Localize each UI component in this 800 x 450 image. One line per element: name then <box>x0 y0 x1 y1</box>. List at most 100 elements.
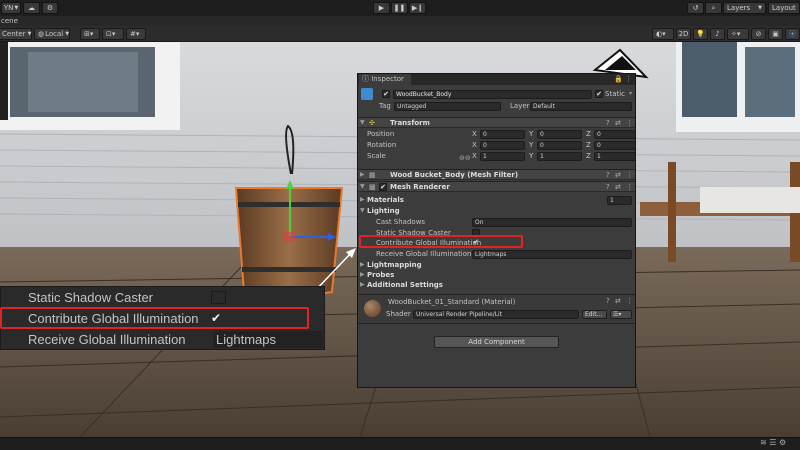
inspector-tab-bar: ⓘ Inspector 🔒 ⋮ <box>358 74 635 85</box>
more-options-icon[interactable]: ⋮ <box>625 74 632 84</box>
zoom-static-shadow-checkbox[interactable] <box>211 291 226 304</box>
mesh-filter-header[interactable]: ▶ ▦ Wood Bucket_Body (Mesh Filter) ? ⇄ ⋮ <box>358 169 635 180</box>
lock-icon[interactable]: 🔒 <box>614 74 623 84</box>
foldout-arrow-icon[interactable]: ▶ <box>360 270 365 280</box>
shader-edit-button[interactable]: Edit... <box>582 310 607 319</box>
pivot-label: Center <box>2 30 26 38</box>
step-icon[interactable]: ▶❙ <box>409 2 426 14</box>
lighting-toggle-icon[interactable]: 💡 <box>693 28 708 40</box>
transform-y-field[interactable]: 0 <box>537 141 582 150</box>
chevron-down-icon: ▼ <box>27 31 32 37</box>
materials-count-field[interactable]: 1 <box>607 196 632 205</box>
axis-z-label: Z <box>586 130 591 138</box>
foldout-arrow-icon[interactable]: ▼ <box>360 206 365 216</box>
scene-tab[interactable]: cene <box>0 16 800 26</box>
shader-menu-button[interactable]: ☰▾ <box>610 310 632 319</box>
mesh-renderer-enabled-checkbox[interactable]: ✔ <box>379 183 387 191</box>
object-name-field[interactable]: WoodBucket_Body <box>393 90 592 99</box>
mode-2d-button[interactable]: 2D <box>676 28 691 40</box>
pivot-dropdown[interactable]: Center ▼ <box>0 28 32 40</box>
cast-shadows-label: Cast Shadows <box>376 218 426 226</box>
status-icons[interactable]: ≋ ☰ ⚙ <box>760 438 786 447</box>
foldout-arrow-icon[interactable]: ▶ <box>360 195 365 205</box>
foldout-arrow-icon[interactable]: ▶ <box>360 280 365 290</box>
help-icon[interactable]: ? <box>606 182 610 192</box>
pause-icon[interactable]: ❚❚ <box>391 2 408 14</box>
preset-icon[interactable]: ⇄ <box>615 296 621 306</box>
transform-z-field[interactable]: 0 <box>594 130 635 139</box>
more-options-icon[interactable]: ⋮ <box>626 182 633 192</box>
transform-z-field[interactable]: 1 <box>594 152 635 161</box>
audio-toggle-icon[interactable]: ♪ <box>710 28 725 40</box>
space-dropdown[interactable]: ◍ Local ▼ <box>34 28 70 40</box>
transform-icon: ✣ <box>369 119 375 127</box>
transform-x-field[interactable]: 0 <box>480 130 525 139</box>
grid-snap-icon[interactable]: ⊞▾ <box>80 28 100 40</box>
inspector-tab[interactable]: ⓘ Inspector <box>359 74 411 85</box>
preset-icon[interactable]: ⇄ <box>615 182 621 192</box>
more-options-icon[interactable]: ⋮ <box>626 118 633 128</box>
status-bar: ≋ ☰ ⚙ <box>0 437 800 450</box>
more-options-icon[interactable]: ⋮ <box>626 296 633 306</box>
gizmos-icon[interactable]: ⦿ <box>785 28 800 40</box>
add-component-button[interactable]: Add Component <box>434 336 559 348</box>
preset-icon[interactable]: ⇄ <box>615 170 621 180</box>
additional-settings-label[interactable]: Additional Settings <box>367 280 443 290</box>
snap-increment-icon[interactable]: ⊡▾ <box>102 28 124 40</box>
transform-y-field[interactable]: 0 <box>537 130 582 139</box>
search-icon[interactable]: ⌕ <box>705 2 722 14</box>
transform-header[interactable]: ▼ ✣ Transform ? ⇄ ⋮ <box>358 117 635 128</box>
materials-label[interactable]: Materials <box>367 195 404 205</box>
effects-dropdown[interactable]: ✧▾ <box>727 28 749 40</box>
inspector-window: ⓘ Inspector 🔒 ⋮ ✔ WoodBucket_Body ✔ Stat… <box>357 73 636 388</box>
static-checkbox[interactable]: ✔ <box>595 90 603 98</box>
lightmapping-label[interactable]: Lightmapping <box>367 260 422 270</box>
chevron-down-icon: ▼ <box>65 31 70 37</box>
camera-icon[interactable]: ▣ <box>768 28 783 40</box>
mesh-renderer-header[interactable]: ▼ ▩ ✔ Mesh Renderer ? ⇄ ⋮ <box>358 181 635 192</box>
active-checkbox[interactable]: ✔ <box>382 90 390 98</box>
foldout-arrow-icon[interactable]: ▶ <box>360 260 365 270</box>
gameobject-icon <box>361 88 373 100</box>
transform-y-field[interactable]: 1 <box>537 152 582 161</box>
lighting-label[interactable]: Lighting <box>367 206 400 216</box>
chevron-down-icon[interactable]: ▾ <box>629 89 632 99</box>
history-icon[interactable]: ↺ <box>687 2 704 14</box>
draw-mode-dropdown[interactable]: ◐▾ <box>652 28 674 40</box>
zoom-receive-gi-label: Receive Global Illumination <box>28 332 186 347</box>
axis-x-label: X <box>472 152 477 160</box>
transform-x-field[interactable]: 1 <box>480 152 525 161</box>
grid-icon[interactable]: #▾ <box>126 28 146 40</box>
zoom-receive-gi-dropdown[interactable]: Lightmaps <box>213 331 323 348</box>
layers-dropdown[interactable]: Layers ▼ <box>723 2 766 14</box>
help-icon[interactable]: ? <box>606 118 610 128</box>
link-scale-icon[interactable]: ⊖⊖ <box>459 153 471 163</box>
receive-gi-dropdown[interactable]: Lightmaps <box>472 250 632 259</box>
transform-z-field[interactable]: 0 <box>594 141 635 150</box>
material-section: WoodBucket_01_Standard (Material) Shader… <box>358 294 635 324</box>
transform-x-field[interactable]: 0 <box>480 141 525 150</box>
probes-label[interactable]: Probes <box>367 270 394 280</box>
tag-label: Tag <box>379 102 391 110</box>
play-icon[interactable]: ▶ <box>373 2 390 14</box>
axis-x-label: X <box>472 141 477 149</box>
layout-label: Layout <box>772 4 796 12</box>
mesh-filter-title: Wood Bucket_Body (Mesh Filter) <box>390 171 519 179</box>
cast-shadows-dropdown[interactable]: On <box>472 218 632 227</box>
account-dropdown[interactable]: YN ▼ <box>1 2 21 14</box>
more-options-icon[interactable]: ⋮ <box>626 170 633 180</box>
help-icon[interactable]: ? <box>606 296 610 306</box>
transform-row-label: Rotation <box>367 141 397 149</box>
shader-dropdown[interactable]: Universal Render Pipeline/Lit <box>413 310 579 319</box>
layout-dropdown[interactable]: Layout <box>768 2 800 14</box>
axis-y-label: Y <box>529 141 534 149</box>
gear-icon[interactable]: ⚙ <box>42 2 58 14</box>
hidden-objects-icon[interactable]: ⊘ <box>751 28 766 40</box>
globe-icon: ◍ <box>38 30 45 38</box>
tag-dropdown[interactable]: Untagged <box>394 102 501 111</box>
transform-row-label: Scale <box>367 152 386 160</box>
help-icon[interactable]: ? <box>606 170 610 180</box>
cloud-icon[interactable]: ☁ <box>23 2 40 14</box>
layer-dropdown[interactable]: Default <box>530 102 632 111</box>
preset-icon[interactable]: ⇄ <box>615 118 621 128</box>
